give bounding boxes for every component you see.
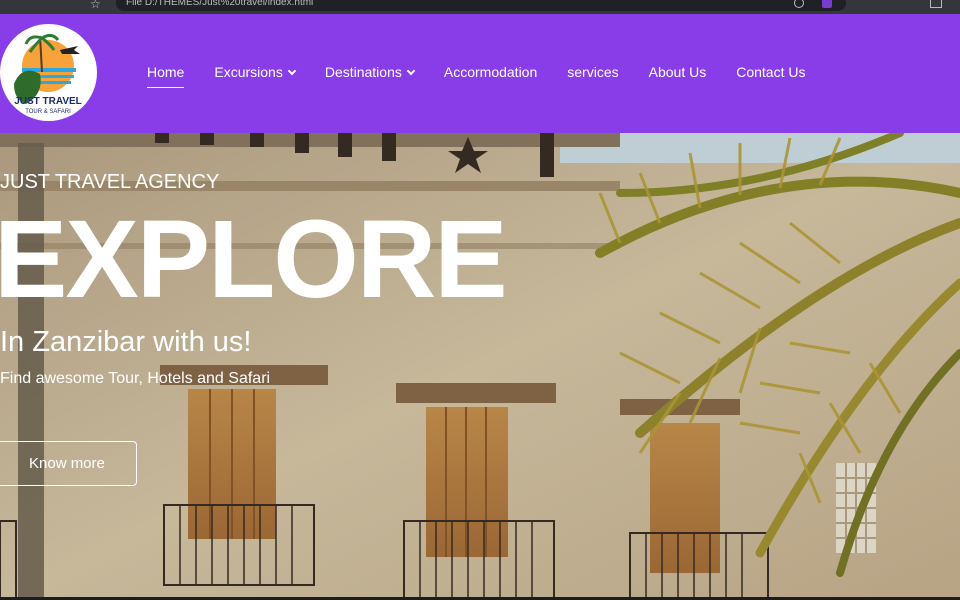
nav-item-destinations[interactable]: Destinations bbox=[324, 64, 416, 80]
address-bar[interactable]: File D:/THEMES/Just%20travel/index.html bbox=[116, 0, 846, 11]
site-logo[interactable]: JUST TRAVEL TOUR & SAFARI bbox=[0, 24, 97, 121]
hero-eyebrow: JUST TRAVEL AGENCY bbox=[0, 171, 220, 193]
nav-item-label: Destinations bbox=[324, 64, 402, 80]
logo-graphic: JUST TRAVEL TOUR & SAFARI bbox=[14, 33, 82, 115]
hero-description: Find awesome Tour, Hotels and Safari bbox=[0, 370, 271, 387]
nav-item-home[interactable]: Home bbox=[147, 64, 185, 88]
nav-item-excursions[interactable]: Excursions bbox=[214, 64, 297, 80]
extension-icon[interactable] bbox=[822, 0, 832, 8]
logo-brand-text: JUST TRAVEL bbox=[14, 96, 82, 107]
chevron-down-icon bbox=[406, 66, 416, 75]
main-navigation: Home Excursions Destinations Accormodati… bbox=[147, 64, 835, 88]
bookmark-star-icon[interactable]: ☆ bbox=[90, 0, 101, 11]
site-header: JUST TRAVEL TOUR & SAFARI Home Excursion… bbox=[0, 14, 960, 133]
nav-item-label: Home bbox=[147, 64, 185, 80]
address-bar-url: File D:/THEMES/Just%20travel/index.html bbox=[126, 0, 314, 8]
hero-subtitle: In Zanzibar with us! bbox=[0, 326, 252, 358]
hero-section: JUST TRAVEL AGENCY EXPLORE In Zanzibar w… bbox=[0, 133, 960, 600]
nav-item-label: Contact Us bbox=[736, 64, 806, 80]
hero-title: EXPLORE bbox=[0, 198, 508, 321]
nav-item-label: Excursions bbox=[214, 64, 283, 80]
chevron-down-icon bbox=[287, 66, 297, 75]
nav-item-contact[interactable]: Contact Us bbox=[736, 64, 805, 80]
nav-item-label: services bbox=[567, 64, 619, 80]
download-icon[interactable] bbox=[930, 0, 942, 8]
nav-item-services[interactable]: services bbox=[567, 64, 618, 80]
logo-brand-subtext: TOUR & SAFARI bbox=[25, 109, 71, 115]
nav-item-accommodation[interactable]: Accormodation bbox=[444, 64, 537, 80]
nav-item-about[interactable]: About Us bbox=[649, 64, 707, 80]
browser-top-bar: ☆ File D:/THEMES/Just%20travel/index.htm… bbox=[0, 0, 960, 14]
nav-item-label: About Us bbox=[648, 64, 707, 80]
know-more-button[interactable]: Know more bbox=[0, 441, 137, 486]
nav-item-label: Accormodation bbox=[443, 64, 538, 80]
